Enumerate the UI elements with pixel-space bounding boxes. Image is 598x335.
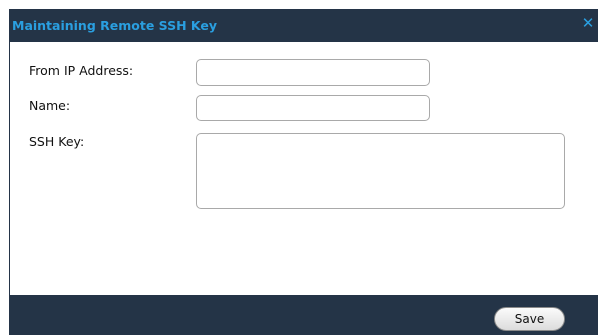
name-input[interactable] bbox=[196, 95, 430, 121]
dialog-title: Maintaining Remote SSH Key bbox=[12, 18, 218, 33]
close-icon[interactable]: ✕ bbox=[580, 14, 596, 32]
ssh-key-textarea[interactable] bbox=[196, 133, 565, 209]
name-label: Name: bbox=[29, 98, 71, 113]
from-ip-address-input[interactable] bbox=[196, 59, 430, 86]
dialog-footer: Save bbox=[9, 295, 598, 335]
ssh-key-dialog: Maintaining Remote SSH Key ✕ From IP Add… bbox=[9, 9, 598, 335]
save-button[interactable]: Save bbox=[494, 307, 565, 331]
from-ip-address-label: From IP Address: bbox=[29, 63, 134, 78]
dialog-titlebar: Maintaining Remote SSH Key ✕ bbox=[9, 9, 598, 42]
dialog-body: From IP Address: Name: SSH Key: bbox=[10, 42, 598, 295]
ssh-key-label: SSH Key: bbox=[29, 134, 85, 149]
